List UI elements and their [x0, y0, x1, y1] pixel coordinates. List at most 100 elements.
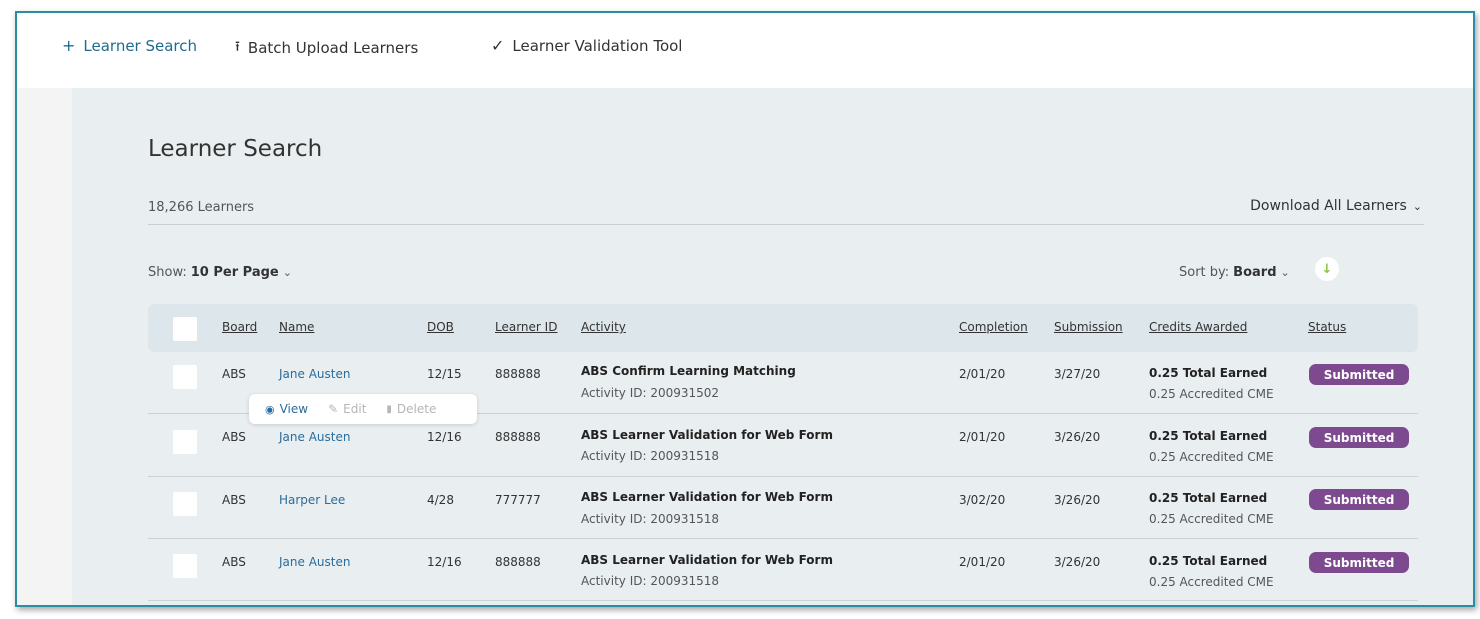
col-status[interactable]: Status: [1308, 320, 1346, 334]
row-credit-total: 0.25 Total Earned: [1149, 554, 1268, 568]
row-submission: 3/27/20: [1054, 367, 1101, 381]
row-dob: 12/16: [427, 555, 462, 569]
col-credits[interactable]: Credits Awarded: [1149, 320, 1247, 334]
select-all-checkbox[interactable]: [173, 317, 197, 341]
status-badge: Submitted: [1309, 364, 1409, 385]
divider: [148, 224, 1424, 225]
status-badge: Submitted: [1309, 427, 1409, 448]
row-learner-id: 777777: [495, 493, 541, 507]
table-row: ABS Jane Austen 12/16 888888 ABS Learner…: [148, 539, 1418, 601]
row-checkbox[interactable]: [173, 492, 197, 516]
eye-icon: ◉: [265, 402, 275, 416]
row-actions-popover: ◉ View ✎ Edit ▮ Delete: [249, 394, 477, 424]
row-completion: 2/01/20: [959, 430, 1006, 444]
table-row: ABS Jane Austen 12/16 888888 ABS Learner…: [148, 415, 1418, 477]
status-badge: Submitted: [1309, 489, 1409, 510]
row-credit-accredited: 0.25 Accredited CME: [1149, 450, 1274, 464]
row-credit-accredited: 0.25 Accredited CME: [1149, 387, 1274, 401]
learner-count: 18,266 Learners: [148, 200, 255, 215]
show-value: 10 Per Page: [190, 265, 279, 280]
row-credit-accredited: 0.25 Accredited CME: [1149, 575, 1274, 589]
row-credit-total: 0.25 Total Earned: [1149, 429, 1268, 443]
row-name-link[interactable]: Jane Austen: [279, 555, 350, 569]
col-board[interactable]: Board: [222, 320, 257, 334]
sort-label: Sort by:: [1179, 265, 1230, 280]
pencil-icon: ✎: [328, 402, 339, 416]
col-name[interactable]: Name: [279, 320, 314, 334]
sort-value: Board: [1233, 265, 1277, 280]
nav-learner-search-label: Learner Search: [83, 36, 198, 55]
row-activity: ABS Learner Validation for Web Form: [581, 490, 833, 504]
row-dob: 4/28: [427, 493, 454, 507]
row-activity-id: Activity ID: 200931502: [581, 386, 720, 400]
nav-validation-tool[interactable]: ✓ Learner Validation Tool: [491, 36, 682, 55]
view-action[interactable]: ◉ View: [265, 402, 308, 416]
status-badge: Submitted: [1309, 552, 1409, 573]
col-dob[interactable]: DOB: [427, 320, 454, 334]
left-strip: [17, 88, 72, 605]
table-row: ABS Harper Lee 4/28 777777 ABS Learner V…: [148, 477, 1418, 539]
row-activity-id: Activity ID: 200931518: [581, 449, 720, 463]
edit-action: ✎ Edit: [328, 402, 366, 416]
row-activity: ABS Confirm Learning Matching: [581, 364, 796, 378]
row-completion: 2/01/20: [959, 367, 1006, 381]
col-activity[interactable]: Activity: [581, 320, 626, 334]
top-nav: + Learner Search ⭱ Batch Upload Learners…: [17, 13, 1473, 88]
main-content: Learner Search 18,266 Learners Download …: [72, 88, 1473, 605]
col-learner-id[interactable]: Learner ID: [495, 320, 557, 334]
nav-validation-tool-label: Learner Validation Tool: [512, 36, 683, 55]
nav-batch-upload[interactable]: ⭱ Batch Upload Learners: [235, 36, 418, 60]
row-completion: 3/02/20: [959, 493, 1006, 507]
row-credit-total: 0.25 Total Earned: [1149, 366, 1268, 380]
row-name-link[interactable]: Harper Lee: [279, 493, 345, 507]
row-credit-total: 0.25 Total Earned: [1149, 491, 1268, 505]
row-submission: 3/26/20: [1054, 430, 1101, 444]
chevron-down-icon: ⌄: [1412, 199, 1422, 213]
nav-batch-upload-label: Batch Upload Learners: [247, 39, 419, 57]
page-size-select[interactable]: Show: 10 Per Page ⌄: [148, 265, 292, 280]
download-all-button[interactable]: Download All Learners ⌄: [1250, 198, 1422, 214]
row-board: ABS: [222, 367, 246, 381]
row-board: ABS: [222, 555, 246, 569]
page-title: Learner Search: [148, 136, 323, 162]
chevron-down-icon: ⌄: [282, 266, 292, 279]
arrow-down-icon: ↓: [1321, 261, 1333, 277]
row-name-link[interactable]: Jane Austen: [279, 430, 350, 444]
row-name-link[interactable]: Jane Austen: [279, 367, 350, 381]
row-activity-id: Activity ID: 200931518: [581, 574, 720, 588]
col-submission[interactable]: Submission: [1054, 320, 1123, 334]
nav-learner-search[interactable]: + Learner Search: [62, 36, 197, 55]
sort-select[interactable]: Sort by: Board ⌄: [1179, 265, 1290, 280]
view-label: View: [279, 402, 309, 416]
row-checkbox[interactable]: [173, 554, 197, 578]
row-dob: 12/15: [427, 367, 462, 381]
row-learner-id: 888888: [495, 367, 541, 381]
col-completion[interactable]: Completion: [959, 320, 1028, 334]
row-credit-accredited: 0.25 Accredited CME: [1149, 512, 1274, 526]
delete-label: Delete: [396, 402, 437, 416]
edit-label: Edit: [343, 402, 367, 416]
app-window: + Learner Search ⭱ Batch Upload Learners…: [15, 11, 1475, 607]
check-icon: ✓: [491, 36, 505, 55]
sort-direction-button[interactable]: ↓: [1315, 257, 1339, 281]
row-learner-id: 888888: [495, 430, 541, 444]
table-header: Board Name DOB Learner ID Activity Compl…: [148, 304, 1418, 352]
row-checkbox[interactable]: [173, 430, 197, 454]
row-dob: 12/16: [427, 430, 462, 444]
row-activity: ABS Learner Validation for Web Form: [581, 553, 833, 567]
row-learner-id: 888888: [495, 555, 541, 569]
plus-icon: +: [62, 36, 76, 55]
row-submission: 3/26/20: [1054, 493, 1101, 507]
row-checkbox[interactable]: [173, 365, 197, 389]
row-board: ABS: [222, 493, 246, 507]
chevron-down-icon: ⌄: [1280, 266, 1290, 279]
row-board: ABS: [222, 430, 246, 444]
row-completion: 2/01/20: [959, 555, 1006, 569]
row-activity: ABS Learner Validation for Web Form: [581, 428, 833, 442]
show-label: Show:: [148, 265, 187, 280]
row-activity-id: Activity ID: 200931518: [581, 512, 720, 526]
trash-icon: ▮: [386, 403, 392, 415]
upload-icon: ⭱: [235, 39, 240, 55]
delete-action: ▮ Delete: [386, 402, 436, 416]
row-submission: 3/26/20: [1054, 555, 1101, 569]
